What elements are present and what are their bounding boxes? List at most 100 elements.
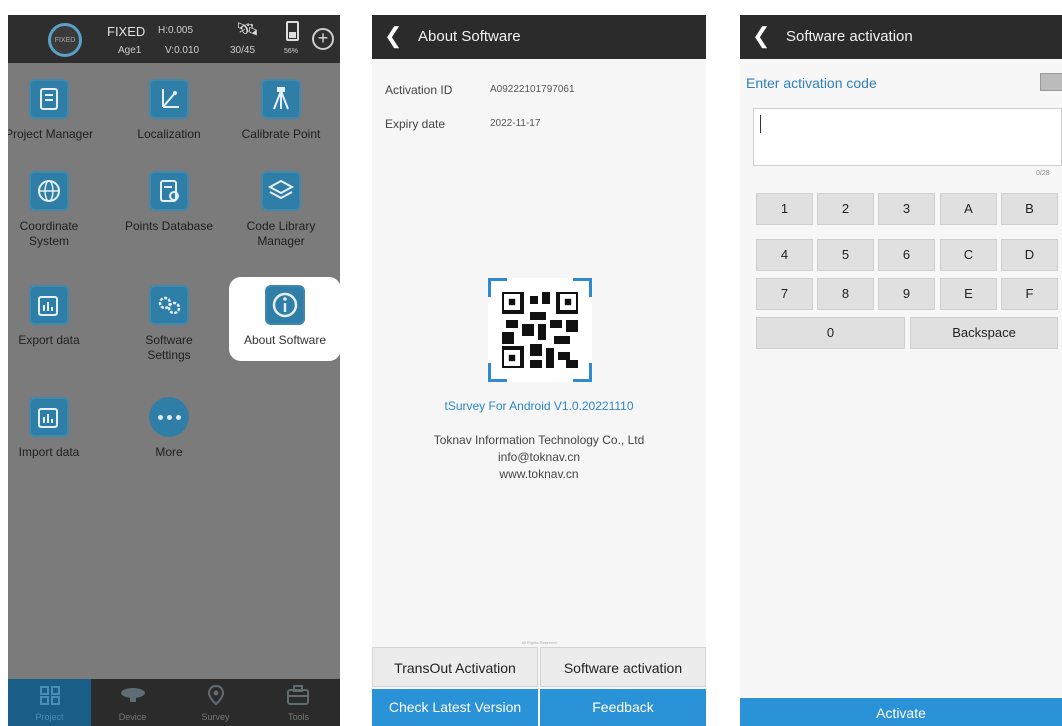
software-activation-button[interactable]: Software activation xyxy=(540,647,706,687)
grid-project-manager[interactable]: Project Manager xyxy=(8,79,104,142)
activation-id-label: Activation ID xyxy=(385,83,453,97)
grid-label: Code Library Manager xyxy=(246,219,316,248)
activation-screen: ❮ Software activation Enter activation c… xyxy=(740,15,1062,726)
key-3[interactable]: 3 xyxy=(878,193,935,225)
grid-label: More xyxy=(155,445,183,459)
grid-points-database[interactable]: Points Database xyxy=(114,171,224,234)
fix-status-ring[interactable]: FIXED xyxy=(48,23,82,57)
page-title: About Software xyxy=(418,28,521,45)
tab-label: Project xyxy=(35,712,64,722)
key-b[interactable]: B xyxy=(1001,193,1058,225)
key-0[interactable]: 0 xyxy=(756,317,905,349)
database-icon xyxy=(149,171,189,211)
version-link[interactable]: tSurvey For Android V1.0.20221110 xyxy=(372,399,706,413)
layers-icon xyxy=(261,171,301,211)
fix-status: FIXED xyxy=(107,24,146,39)
export-icon xyxy=(29,285,69,325)
tab-label: Device xyxy=(118,712,147,722)
tab-label: Tools xyxy=(287,712,309,722)
back-arrow-icon[interactable]: ❮ xyxy=(384,23,402,49)
grid-label: Software Settings xyxy=(145,333,193,362)
status-bar: FIXED FIXED H:0.005 Age1 V:0.010 🛰 30/45… xyxy=(8,15,340,63)
tab-survey[interactable]: Survey xyxy=(174,679,257,726)
company-email: info@toknav.cn xyxy=(497,450,580,464)
activation-header: ❮ Software activation xyxy=(740,15,1062,59)
more-icon xyxy=(149,397,189,437)
key-e[interactable]: E xyxy=(940,278,997,310)
tab-tools[interactable]: Tools xyxy=(257,679,340,726)
company-name: Toknav Information Technology Co., Ltd xyxy=(433,433,645,447)
key-a[interactable]: A xyxy=(940,193,997,225)
satellite-count: 30/45 xyxy=(230,45,256,56)
localization-icon xyxy=(149,79,189,119)
battery-level: 56% xyxy=(284,48,299,55)
key-1[interactable]: 1 xyxy=(756,193,813,225)
key-9[interactable]: 9 xyxy=(878,278,935,310)
grid-label: Localization xyxy=(137,127,201,141)
expiry-value: 2022-11-17 xyxy=(490,118,541,129)
ring-label: FIXED xyxy=(54,37,76,44)
grid-calibrate-point[interactable]: Calibrate Point xyxy=(226,79,336,142)
key-d[interactable]: D xyxy=(1001,239,1058,271)
age: Age1 xyxy=(118,45,142,56)
battery-icon xyxy=(286,21,299,41)
key-5[interactable]: 5 xyxy=(817,239,874,271)
calibrate-icon xyxy=(261,79,301,119)
import-icon xyxy=(29,397,69,437)
grid-software-settings[interactable]: Software Settings xyxy=(114,285,224,363)
grid-label: Calibrate Point xyxy=(241,127,321,141)
grid-label: Points Database xyxy=(124,219,214,233)
feedback-button[interactable]: Feedback xyxy=(540,689,706,726)
grid-export-data[interactable]: Export data xyxy=(8,285,104,348)
page-title: Software activation xyxy=(786,28,913,45)
key-8[interactable]: 8 xyxy=(817,278,874,310)
satellite-icon: 🛰 xyxy=(236,19,259,39)
transout-activation-button[interactable]: TransOut Activation xyxy=(372,647,538,687)
expiry-label: Expiry date xyxy=(385,117,446,131)
grid-label: About Software xyxy=(243,333,327,347)
activation-prompt: Enter activation code xyxy=(746,75,877,91)
survey-tab-icon xyxy=(207,684,225,706)
about-screen: ❮ About Software Activation ID A09222101… xyxy=(372,15,706,726)
key-6[interactable]: 6 xyxy=(878,239,935,271)
back-arrow-icon[interactable]: ❮ xyxy=(752,23,770,49)
keyboard-icon[interactable] xyxy=(1040,73,1062,91)
activation-code-input[interactable] xyxy=(753,108,1062,166)
info-icon xyxy=(265,285,305,325)
key-c[interactable]: C xyxy=(940,239,997,271)
h-precision: H:0.005 xyxy=(158,25,194,36)
about-header: ❮ About Software xyxy=(372,15,706,59)
character-counter: 0/28 xyxy=(1036,170,1050,177)
tab-project[interactable]: Project xyxy=(8,679,91,726)
activate-button[interactable]: Activate xyxy=(740,698,1062,726)
home-screen: FIXED FIXED H:0.005 Age1 V:0.010 🛰 30/45… xyxy=(8,15,340,726)
project-icon xyxy=(29,79,69,119)
key-2[interactable]: 2 xyxy=(817,193,874,225)
settings-icon xyxy=(149,285,189,325)
grid-more[interactable]: More xyxy=(114,397,224,460)
grid-label: Export data xyxy=(18,333,80,347)
tab-label: Survey xyxy=(201,712,230,722)
grid-import-data[interactable]: Import data xyxy=(8,397,104,460)
key-7[interactable]: 7 xyxy=(756,278,813,310)
add-icon[interactable]: + xyxy=(312,28,334,50)
grid-localization[interactable]: Localization xyxy=(114,79,224,142)
grid-label: Coordinate System xyxy=(19,219,79,248)
bottom-tab-bar: Project Device Survey Tools xyxy=(8,679,340,726)
activation-id-value: A09222101797061 xyxy=(490,84,575,95)
globe-icon xyxy=(29,171,69,211)
project-tab-icon xyxy=(40,686,60,705)
key-backspace[interactable]: Backspace xyxy=(910,317,1058,349)
key-4[interactable]: 4 xyxy=(756,239,813,271)
grid-code-library-manager[interactable]: Code Library Manager xyxy=(226,171,336,249)
tab-device[interactable]: Device xyxy=(91,679,174,726)
check-version-button[interactable]: Check Latest Version xyxy=(372,689,538,726)
grid-about-software[interactable]: About Software xyxy=(229,277,340,361)
tools-tab-icon xyxy=(287,685,309,705)
key-f[interactable]: F xyxy=(1001,278,1058,310)
device-tab-icon xyxy=(121,688,145,702)
grid-coordinate-system[interactable]: Coordinate System xyxy=(8,171,104,249)
v-precision: V:0.010 xyxy=(165,45,200,56)
grid-label: Import data xyxy=(18,445,80,459)
grid-label: Project Manager xyxy=(8,127,94,141)
